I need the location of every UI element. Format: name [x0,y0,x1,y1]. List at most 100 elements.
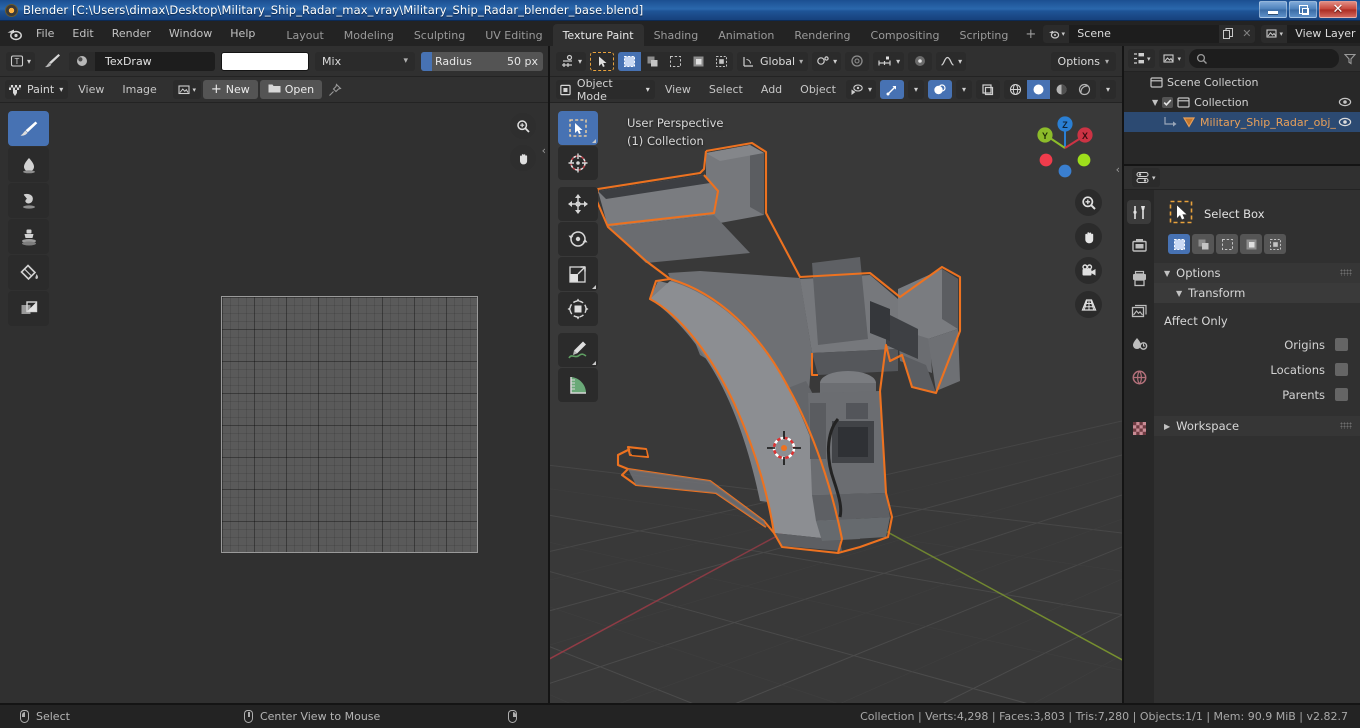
proportional-falloff-toggle[interactable] [908,51,933,71]
world-tab[interactable] [1127,365,1151,389]
display-mode-selector[interactable]: ▾ [1158,49,1186,68]
filter-funnel-icon[interactable] [1343,53,1356,65]
tab-scripting[interactable]: Scripting [949,24,1018,46]
eye-icon[interactable] [1338,115,1352,132]
editor-divider-vertical-right[interactable] [1122,46,1124,705]
snap-increment-selector[interactable]: ▾ [873,51,905,71]
editor-divider-vertical-left[interactable] [548,46,550,705]
rotate-tool[interactable] [558,222,598,256]
render-tab[interactable] [1127,233,1151,257]
outliner-search-input[interactable] [1189,49,1339,68]
scene-unlink-button[interactable]: ✕ [1238,24,1256,43]
smear-tool[interactable] [8,183,49,218]
close-button[interactable]: ✕ [1319,0,1357,18]
tab-rendering[interactable]: Rendering [784,24,860,46]
select-set-button[interactable] [1168,234,1190,254]
tab-animation[interactable]: Animation [708,24,784,46]
zoom-icon[interactable] [1075,189,1102,216]
tab-modeling[interactable]: Modeling [334,24,404,46]
texture-tab[interactable] [1127,416,1151,440]
brush-name-field[interactable]: TexDraw [95,52,215,71]
panel-grip[interactable] [1340,269,1352,276]
eye-icon[interactable] [1338,95,1352,112]
brush-color-swatch[interactable] [221,51,310,71]
menu-window[interactable]: Window [160,24,221,43]
panel-workspace[interactable]: ▶ Workspace [1154,416,1360,436]
select-subtract-mode[interactable] [664,52,687,71]
vp-menu-object[interactable]: Object [792,80,844,99]
output-tab[interactable] [1127,266,1151,290]
select-set-mode[interactable] [618,51,642,71]
view-layer-icon[interactable]: ▾ [1261,24,1288,43]
add-workspace-button[interactable]: + [1018,24,1043,46]
show-overlays-toggle[interactable] [928,80,952,99]
camera-icon[interactable] [1075,257,1102,284]
image-canvas-area[interactable]: ‹ [0,103,548,705]
tool-tab[interactable] [1127,200,1151,224]
locations-checkbox[interactable] [1335,363,1348,376]
collection-checkbox[interactable] [1162,96,1174,108]
scene-tab[interactable] [1127,332,1151,356]
scene-icon[interactable]: ▾ [1043,24,1070,43]
wireframe-shading[interactable] [1004,80,1027,99]
editor-type-selector[interactable]: T ▾ [6,51,36,71]
select-box-tool[interactable] [558,111,598,145]
active-tool-indicator-icon[interactable] [590,51,615,71]
material-preview-shading[interactable] [1050,80,1073,99]
select-invert-button[interactable] [1240,234,1262,254]
cursor-tool[interactable] [558,146,598,180]
outliner-row-scene-collection[interactable]: Scene Collection [1124,72,1360,92]
tab-uv-editing[interactable]: UV Editing [475,24,552,46]
select-subtract-button[interactable] [1216,234,1238,254]
vp-menu-select[interactable]: Select [701,80,751,99]
measure-tool[interactable] [558,368,598,402]
select-extend-mode[interactable] [641,52,664,71]
solid-shading[interactable] [1027,80,1050,99]
zoom-icon[interactable] [510,113,536,139]
pan-hand-icon[interactable] [1075,223,1102,250]
editor-type-selector[interactable]: ▾ [1132,168,1160,187]
move-tool[interactable] [558,187,598,221]
clone-tool[interactable] [8,219,49,254]
select-invert-mode[interactable] [687,52,710,71]
soften-tool[interactable] [8,147,49,182]
menu-file[interactable]: File [27,24,63,43]
menu-render[interactable]: Render [103,24,160,43]
panel-options[interactable]: ▼ Options [1154,263,1360,283]
blender-logo-icon[interactable] [6,23,23,45]
viewport-sidebar-toggle[interactable]: ‹ [1116,163,1120,176]
tab-sculpting[interactable]: Sculpting [404,24,475,46]
panel-grip[interactable] [1340,422,1352,429]
view-layer-tab[interactable] [1127,299,1151,323]
select-intersect-mode[interactable] [710,52,733,71]
blend-mode-select[interactable]: Mix ▾ [315,51,416,71]
new-image-button[interactable]: + New [202,80,258,99]
proportional-editing-icon[interactable] [845,51,870,71]
mask-tool[interactable] [8,291,49,326]
image-menu-image[interactable]: Image [114,80,164,99]
panel-transform[interactable]: ▼ Transform [1154,283,1360,303]
xray-toggle[interactable] [976,80,1000,99]
tab-texture-paint[interactable]: Texture Paint [552,24,644,46]
menu-help[interactable]: Help [221,24,264,43]
vp-menu-view[interactable]: View [657,80,699,99]
minimize-button[interactable] [1259,0,1287,18]
browse-image-button[interactable]: ▾ [172,80,201,99]
scale-tool[interactable] [558,257,598,291]
falloff-curve-selector[interactable]: ▾ [936,51,967,71]
menu-edit[interactable]: Edit [63,24,102,43]
parents-checkbox[interactable] [1335,388,1348,401]
pin-icon[interactable] [324,80,346,99]
pivot-point-selector[interactable]: ▾ [812,51,842,71]
paint-mode-selector[interactable]: Paint ▾ [5,80,69,99]
tab-shading[interactable]: Shading [644,24,709,46]
tab-layout[interactable]: Layout [276,24,333,46]
vp-menu-add[interactable]: Add [753,80,790,99]
interaction-mode-selector[interactable]: Object Mode ▾ [556,77,655,103]
texture-canvas[interactable] [221,296,478,553]
transform-tool[interactable] [558,292,598,326]
open-image-button[interactable]: Open [259,80,323,99]
view-layer-name-field[interactable]: View Layer [1287,24,1360,43]
viewport-options-button[interactable]: Options ▾ [1050,51,1116,71]
disclosure-triangle-icon[interactable]: ▼ [1152,98,1158,107]
